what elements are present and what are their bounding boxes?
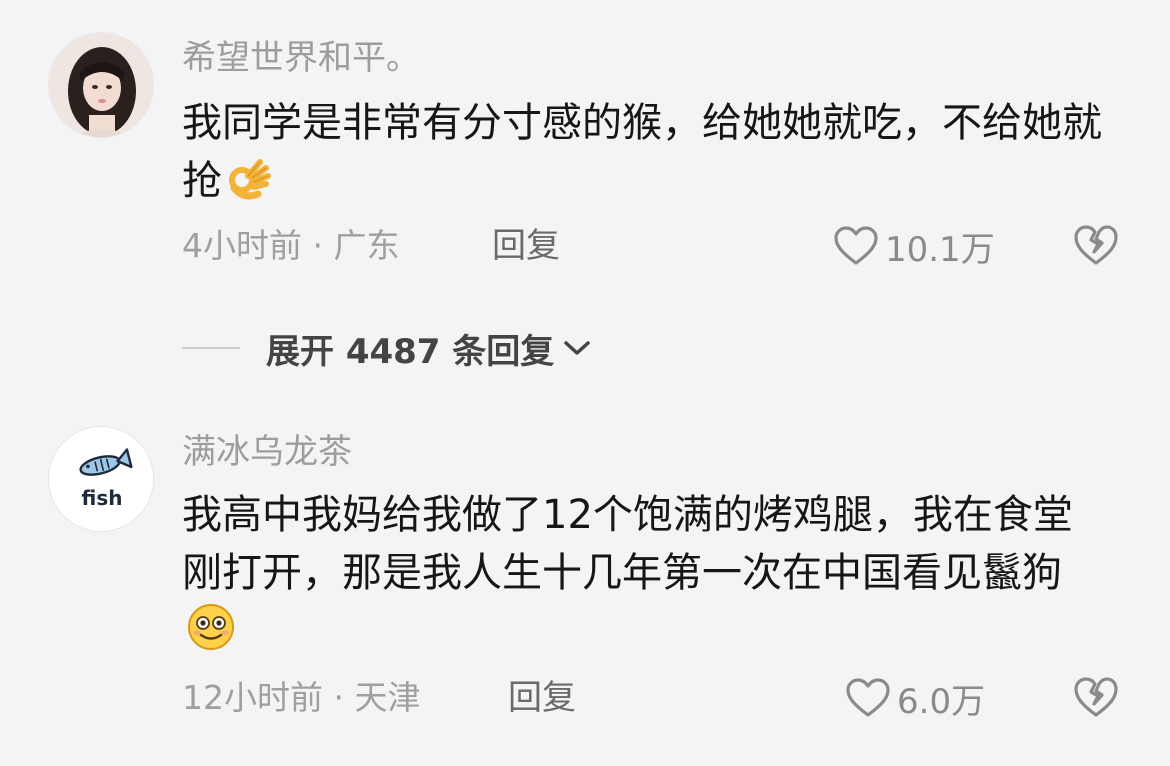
divider-line (182, 347, 240, 349)
username[interactable]: 希望世界和平。 (182, 38, 420, 78)
reply-button[interactable]: 回复 (508, 678, 576, 718)
like-count: 10.1万 (885, 229, 995, 270)
comment-time-location: 4小时前 · 广东 (182, 226, 400, 265)
avatar-label: fish (82, 486, 123, 510)
ok-hand-emoji (226, 156, 272, 218)
comment-text: 我同学是非常有分寸感的猴，给她她就吃，不给她就抢 (182, 94, 1112, 218)
comment-item[interactable]: fish 满冰乌龙茶 我高中我妈给我做了12个饱满的烤鸡腿，我在食堂刚打开，那是… (0, 400, 1170, 766)
broken-heart-icon (1074, 225, 1118, 265)
heart-icon (834, 226, 878, 265)
comment-text-body: 我高中我妈给我做了12个饱满的烤鸡腿，我在食堂刚打开，那是我人生十几年第一次在中… (182, 492, 1073, 596)
like-button[interactable]: 6.0万 (845, 674, 985, 722)
comment-item[interactable]: 希望世界和平。 我同学是非常有分寸感的猴，给她她就吃，不给她就抢 4小时前 · … (0, 0, 1170, 290)
comment-text: 我高中我妈给我做了12个饱满的烤鸡腿，我在食堂刚打开，那是我人生十几年第一次在中… (182, 486, 1112, 668)
dislike-button[interactable] (1072, 674, 1120, 722)
comment-time-location: 12小时前 · 天津 (182, 678, 421, 717)
avatar[interactable]: fish (48, 426, 154, 532)
like-count: 6.0万 (897, 681, 986, 722)
dislike-button[interactable] (1072, 222, 1120, 270)
comment-text-body: 我同学是非常有分寸感的猴，给她她就吃，不给她就抢 (182, 100, 1102, 204)
expand-replies-button[interactable]: 展开 4487 条回复 (182, 323, 592, 373)
chevron-down-icon (564, 341, 591, 355)
reply-button[interactable]: 回复 (492, 226, 560, 266)
expand-replies-label: 展开 4487 条回复 (266, 331, 555, 372)
like-button[interactable]: 10.1万 (833, 222, 995, 270)
avatar[interactable] (48, 32, 154, 138)
smile-emoji (186, 602, 236, 668)
heart-icon (846, 678, 890, 717)
broken-heart-icon (1074, 677, 1118, 717)
user-photo-avatar (49, 33, 153, 137)
fish-avatar: fish (49, 427, 153, 531)
username[interactable]: 满冰乌龙茶 (182, 432, 352, 472)
